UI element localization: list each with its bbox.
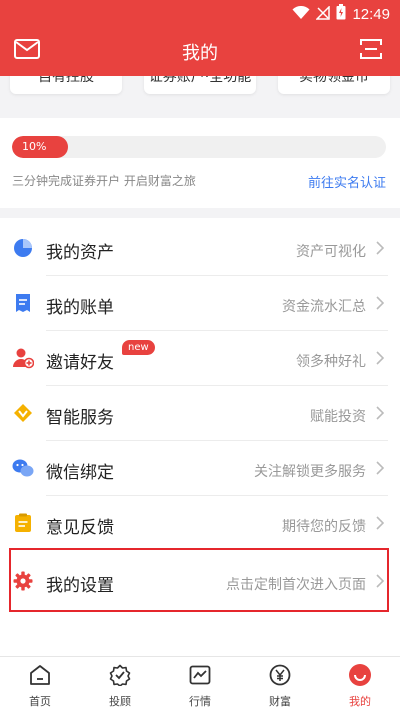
status-bar: 12:49: [0, 0, 400, 26]
chevron-right-icon: [374, 349, 386, 367]
tab-label: 首页: [29, 695, 51, 708]
page-title: 我的: [182, 43, 218, 64]
chevron-right-icon: [374, 294, 386, 312]
progress-bar: 10%: [12, 136, 386, 158]
new-badge: new: [122, 340, 155, 355]
verify-identity-link[interactable]: 前往实名认证: [308, 172, 386, 191]
market-chart-icon: [188, 663, 212, 687]
menu-item-feedback[interactable]: 意见反馈 期待您的反馈: [0, 496, 400, 551]
menu-item-label: 我的资产: [46, 243, 114, 263]
menu-item-hint: 赋能投资: [310, 409, 366, 425]
chevron-right-icon: [374, 404, 386, 422]
menu-item-label: 意见反馈: [46, 518, 114, 538]
account-opening-progress: 10% 三分钟完成证券开户 开启财富之旅 前往实名认证: [0, 118, 400, 208]
wealth-yen-icon: [268, 663, 292, 687]
menu-item-label: 我的账单: [46, 298, 114, 318]
feedback-icon: [12, 512, 34, 534]
tab-market[interactable]: 行情: [160, 657, 240, 710]
advisor-icon: [108, 663, 132, 687]
status-time: 12:49: [352, 5, 390, 23]
menu-item-invite-friends[interactable]: 邀请好友 new 领多种好礼: [0, 331, 400, 386]
progress-fill: 10%: [12, 136, 68, 158]
menu-item-wechat-binding[interactable]: 微信绑定 关注解锁更多服务: [0, 441, 400, 496]
tab-home[interactable]: 首页: [0, 657, 80, 710]
tab-label: 行情: [189, 695, 211, 708]
menu-item-my-assets[interactable]: 我的资产 资产可视化: [0, 221, 400, 276]
menu-item-hint: 资金流水汇总: [282, 299, 366, 315]
profile-icon: [348, 663, 372, 687]
pie-chart-icon: [12, 237, 34, 259]
menu-item-smart-service[interactable]: 智能服务 赋能投资: [0, 386, 400, 441]
chevron-right-icon: [374, 572, 386, 590]
menu-item-hint: 期待您的反馈: [282, 519, 366, 535]
menu-item-hint: 点击定制首次进入页面: [226, 577, 366, 593]
menu-item-my-bills[interactable]: 我的账单 资金流水汇总: [0, 276, 400, 331]
quick-card[interactable]: 自有控股: [10, 76, 122, 94]
wechat-icon: [12, 457, 34, 479]
menu-item-my-settings[interactable]: 我的设置 点击定制首次进入页面: [0, 554, 400, 609]
progress-subtitle: 三分钟完成证券开户 开启财富之旅: [12, 174, 196, 188]
gear-icon: [12, 570, 34, 592]
menu-item-hint: 领多种好礼: [296, 354, 366, 370]
quick-cards: 自有控股 证券账户·全功能 实物领金币: [0, 76, 400, 106]
menu-list: 我的资产 资产可视化 我的账单 资金流水汇总 邀请好友 new 领多种好礼 智能…: [0, 218, 400, 656]
status-icons: 12:49: [292, 4, 390, 24]
no-signal-icon: [315, 4, 331, 24]
chevron-right-icon: [374, 239, 386, 257]
menu-item-label: 邀请好友: [46, 353, 114, 373]
tab-label: 我的: [349, 695, 371, 708]
menu-item-hint: 关注解锁更多服务: [254, 464, 366, 480]
chevron-right-icon: [374, 459, 386, 477]
home-icon: [28, 663, 52, 687]
tab-wealth[interactable]: 财富: [240, 657, 320, 710]
app-header: 我的: [0, 26, 400, 76]
tab-profile[interactable]: 我的: [320, 657, 400, 710]
smart-service-icon: [12, 402, 34, 424]
menu-item-label: 我的设置: [46, 576, 114, 596]
quick-card[interactable]: 证券账户·全功能: [144, 76, 256, 94]
battery-icon: [336, 4, 346, 24]
tab-advisor[interactable]: 投顾: [80, 657, 160, 710]
scan-icon: [359, 37, 383, 65]
tab-label: 投顾: [109, 695, 131, 708]
menu-item-label: 微信绑定: [46, 463, 114, 483]
menu-item-hint: 资产可视化: [296, 244, 366, 260]
menu-item-label: 智能服务: [46, 408, 114, 428]
invite-user-icon: [12, 347, 34, 369]
tab-label: 财富: [269, 695, 291, 708]
chevron-right-icon: [374, 514, 386, 532]
scan-button[interactable]: [356, 36, 386, 66]
quick-card[interactable]: 实物领金币: [278, 76, 390, 94]
bill-icon: [12, 292, 34, 314]
wifi-icon: [292, 5, 310, 24]
bottom-nav: 首页 投顾 行情 财富 我的: [0, 656, 400, 710]
